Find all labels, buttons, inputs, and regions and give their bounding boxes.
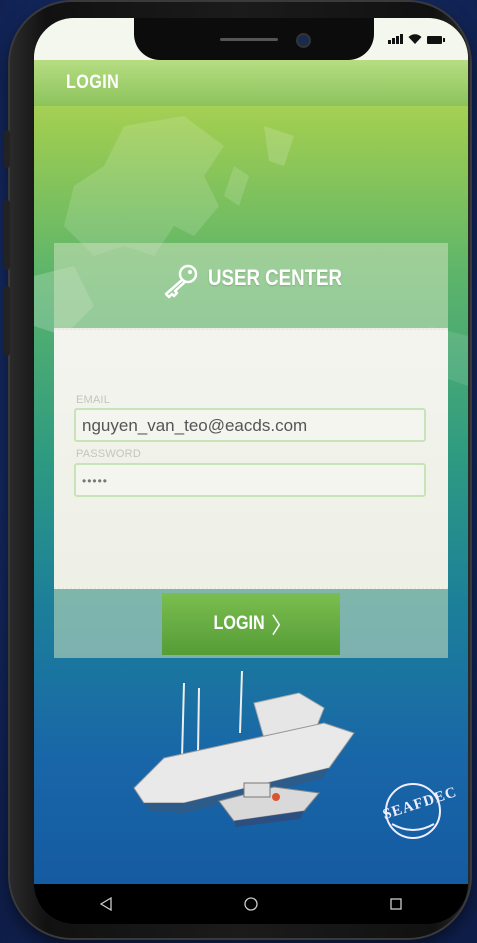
password-field[interactable]: ••••• — [74, 463, 426, 497]
app-header: LOGIN — [34, 60, 468, 106]
front-camera — [296, 33, 311, 48]
login-panel: USER CENTER EMAIL nguyen_van_teo@eacds.c… — [54, 243, 448, 658]
side-button — [4, 200, 10, 270]
login-form: EMAIL nguyen_van_teo@eacds.com PASSWORD … — [54, 328, 448, 589]
speaker-grille — [220, 38, 278, 41]
recents-square-icon[interactable] — [386, 894, 406, 914]
seafdec-logo: SEAFDEC — [381, 780, 459, 842]
login-button-label: LOGIN — [213, 613, 265, 634]
panel-header: USER CENTER — [54, 243, 448, 325]
login-button[interactable]: LOGIN 〉 — [162, 593, 340, 655]
panel-title: USER CENTER — [208, 265, 343, 290]
cellular-signal-icon — [388, 34, 403, 44]
email-label: EMAIL — [76, 394, 111, 406]
email-field[interactable]: nguyen_van_teo@eacds.com — [74, 408, 426, 442]
page-title: LOGIN — [66, 72, 120, 93]
password-label: PASSWORD — [76, 448, 141, 460]
back-triangle-icon[interactable] — [96, 894, 116, 914]
home-circle-icon[interactable] — [241, 894, 261, 914]
wifi-icon — [408, 34, 422, 44]
chevron-right-icon: 〉 — [271, 613, 294, 638]
status-bar — [34, 18, 468, 60]
status-icons — [388, 34, 445, 44]
battery-icon — [427, 36, 445, 44]
android-nav-bar — [34, 884, 468, 924]
fishing-boat-illustration — [133, 670, 355, 827]
notch — [134, 18, 374, 60]
side-button — [4, 286, 10, 356]
key-icon — [164, 264, 198, 299]
phone-screen: LOGIN USER CENTER EMAIL nguyen_van_teo@e… — [34, 18, 468, 924]
side-button — [4, 130, 10, 168]
